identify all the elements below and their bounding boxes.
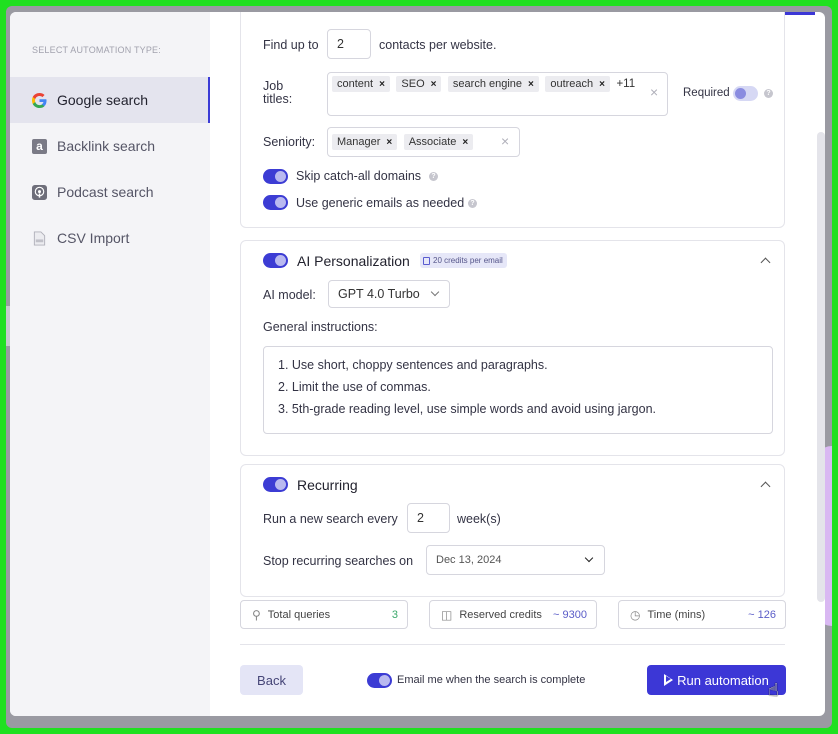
skip-catch-all-toggle[interactable] [263, 169, 288, 184]
sidebar-item-csv-import[interactable]: CSV Import [10, 215, 210, 261]
recurring-toggle[interactable] [263, 477, 288, 492]
credits-badge-text: 20 credits per email [433, 256, 503, 265]
clear-seniority-icon[interactable]: × [501, 133, 509, 149]
contacts-count-input[interactable]: 2 [327, 29, 371, 59]
document-icon: ◫ [441, 607, 453, 622]
remove-chip-icon[interactable]: × [599, 79, 605, 90]
hand-cursor-icon: ☝ [768, 680, 779, 700]
ai-model-label: AI model: [263, 288, 316, 302]
scrollbar[interactable] [817, 132, 825, 602]
remove-chip-icon[interactable]: × [528, 79, 534, 90]
ai-personalization-toggle[interactable] [263, 253, 288, 268]
generic-emails-toggle[interactable] [263, 195, 288, 210]
per-website-label: contacts per website. [379, 38, 497, 52]
reserved-credits-stat: ◫ Reserved credits ~ 9300 [429, 600, 597, 629]
search-icon: ⚲ [252, 607, 261, 622]
week-unit-label: week(s) [457, 512, 501, 526]
chevron-down-icon [430, 287, 440, 297]
chevron-down-icon [584, 553, 594, 563]
podcast-icon [32, 184, 47, 200]
sidebar-item-label: CSV Import [57, 230, 130, 246]
reserved-credits-label: Reserved credits [459, 608, 542, 621]
instruction-line: 2. Limit the use of commas. [278, 380, 431, 394]
job-title-chip: content × [332, 76, 390, 92]
seniority-chip: Manager × [332, 134, 398, 150]
ai-model-select[interactable]: GPT 4.0 Turbo [328, 280, 450, 308]
sidebar-title: SELECT AUTOMATION TYPE: [32, 45, 161, 55]
ai-personalization-title: AI Personalization [297, 253, 410, 269]
sidebar-item-label: Backlink search [57, 138, 156, 154]
sidebar-item-backlink-search[interactable]: a Backlink search [10, 123, 210, 169]
generic-emails-label: Use generic emails as needed [296, 196, 465, 210]
instruction-line: 3. 5th-grade reading level, use simple w… [278, 402, 657, 416]
stop-date-picker[interactable]: Dec 13, 2024 [426, 545, 605, 575]
automation-modal: SELECT AUTOMATION TYPE: Google search a … [10, 12, 825, 716]
sidebar-item-podcast-search[interactable]: Podcast search [10, 169, 210, 215]
back-button[interactable]: Back [240, 665, 303, 695]
app-frame: SELECT AUTOMATION TYPE: Google search a … [6, 6, 832, 728]
seniority-chip: Associate × [403, 134, 474, 150]
run-automation-button[interactable]: Run automation [647, 665, 786, 695]
stop-date-value: Dec 13, 2024 [436, 554, 502, 566]
job-titles-input[interactable]: content × SEO × search engine × outreach × +… [327, 72, 668, 116]
seniority-input[interactable]: Manager × Associate × [327, 127, 520, 157]
help-icon[interactable]: ? [468, 199, 477, 208]
stop-recurring-label: Stop recurring searches on [263, 554, 414, 568]
job-title-chip: outreach × [545, 76, 610, 92]
job-titles-label: Job titles: [263, 79, 293, 106]
skip-catch-all-label: Skip catch-all domains [296, 169, 422, 183]
document-icon [423, 256, 430, 265]
backlink-icon: a [32, 138, 47, 154]
seniority-label: Seniority: [263, 135, 316, 149]
footer-divider [240, 644, 785, 645]
help-icon[interactable]: ? [429, 172, 438, 181]
email-me-label: Email me when the search is complete [397, 674, 586, 686]
run-every-input[interactable]: 2 [407, 503, 450, 533]
time-label: Time (mins) [647, 608, 706, 621]
remove-chip-icon[interactable]: × [379, 79, 385, 90]
sidebar: SELECT AUTOMATION TYPE: Google search a … [10, 12, 210, 716]
content-panel: Find up to 2 contacts per website. Job t… [210, 12, 825, 716]
general-instructions-textarea[interactable]: 1. Use short, choppy sentences and parag… [263, 346, 773, 434]
sidebar-item-google-search[interactable]: Google search [10, 77, 210, 123]
job-title-chip: SEO × [396, 76, 442, 92]
instruction-line: 1. Use short, choppy sentences and parag… [278, 358, 548, 372]
time-stat: ◷ Time (mins) ~ 126 [618, 600, 786, 629]
help-icon[interactable]: ? [764, 89, 773, 98]
ai-model-value: GPT 4.0 Turbo [338, 287, 420, 301]
required-toggle[interactable] [733, 86, 758, 101]
clear-job-titles-icon[interactable]: × [650, 84, 658, 100]
general-instructions-label: General instructions: [263, 320, 378, 334]
required-label: Required [683, 87, 730, 99]
total-queries-stat: ⚲ Total queries 3 [240, 600, 408, 629]
sidebar-item-label: Podcast search [57, 184, 154, 200]
credits-badge: 20 credits per email [420, 253, 507, 268]
run-automation-label: Run automation [677, 672, 769, 688]
job-titles-more-count: +11 [616, 78, 636, 90]
time-value: ~ 126 [748, 608, 776, 621]
sidebar-item-label: Google search [57, 92, 149, 108]
timer-icon: ◷ [630, 607, 641, 622]
email-me-toggle[interactable] [367, 673, 392, 688]
remove-chip-icon[interactable]: × [386, 137, 392, 148]
csv-file-icon [32, 230, 47, 246]
total-queries-value: 3 [391, 608, 398, 621]
remove-chip-icon[interactable]: × [431, 79, 437, 90]
reserved-credits-value: ~ 9300 [553, 608, 587, 621]
job-title-chip: search engine × [447, 76, 539, 92]
remove-chip-icon[interactable]: × [462, 137, 468, 148]
find-up-to-label: Find up to [263, 38, 319, 52]
play-icon [664, 674, 674, 686]
google-icon [32, 92, 47, 108]
recurring-title: Recurring [297, 477, 358, 493]
total-queries-label: Total queries [267, 608, 331, 621]
run-every-label: Run a new search every [263, 512, 398, 526]
